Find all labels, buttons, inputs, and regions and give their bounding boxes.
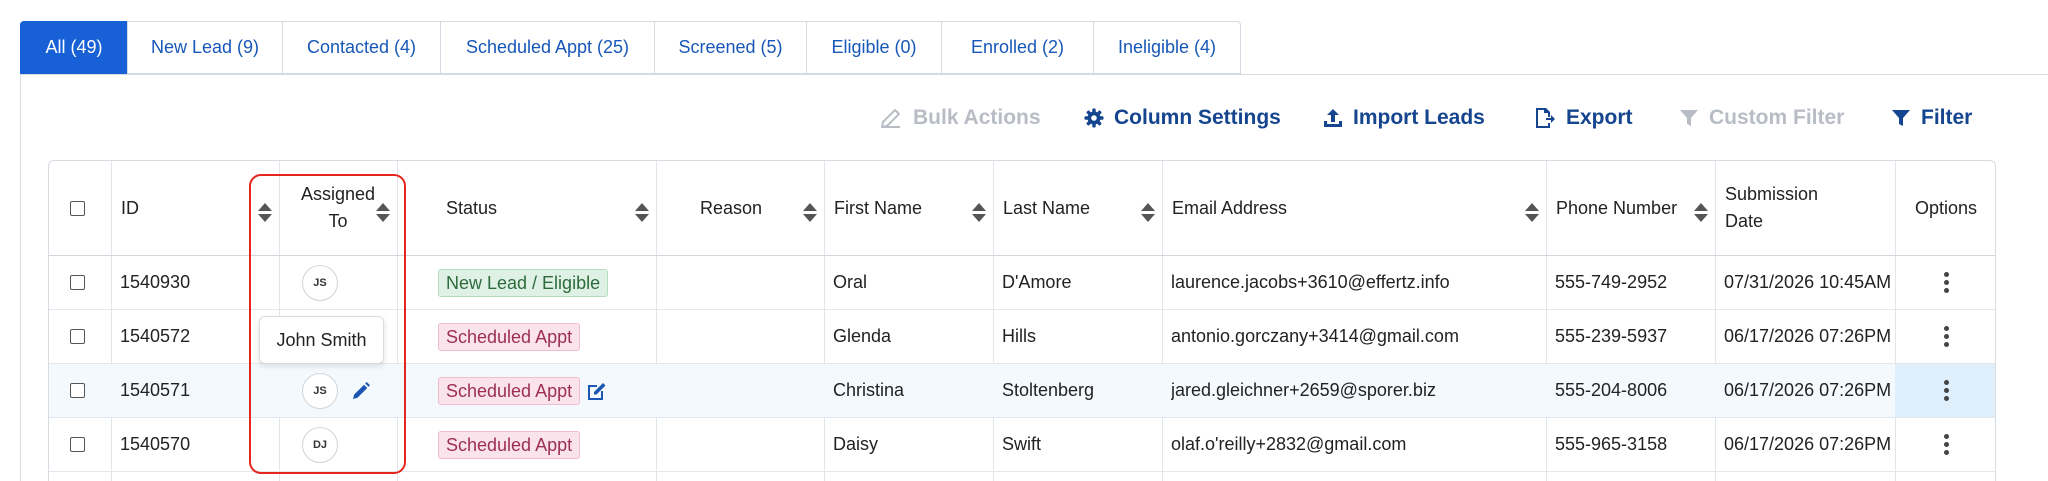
custom-filter-button[interactable]: Custom Filter	[1679, 104, 1844, 132]
table-row[interactable]: 1540930 JS New Lead / Eligible Oral D'Am…	[49, 256, 1995, 310]
tab-screened[interactable]: Screened (5)	[654, 21, 806, 74]
cell-submission-date: 07/31/2026 10:45AM	[1724, 272, 1892, 292]
header-first-name: First Name	[834, 197, 923, 218]
sort-last-name-icon[interactable]	[1141, 202, 1155, 224]
cell-first-name: Daisy	[833, 434, 879, 454]
cell-id: 1540571	[120, 380, 191, 400]
sort-reason-icon[interactable]	[803, 202, 817, 224]
header-submission-date: Submission	[1725, 184, 1819, 204]
header-submission-date-line2: Date	[1725, 211, 1764, 231]
header-reason: Reason	[700, 197, 763, 218]
sort-assigned-icon[interactable]	[376, 202, 390, 224]
status-tabs: All (49) New Lead (9) Contacted (4) Sche…	[20, 21, 1241, 75]
cell-id: 1540930	[120, 272, 191, 292]
cell-email: olaf.o'reilly+2832@gmail.com	[1171, 434, 1407, 454]
column-settings-button[interactable]: Column Settings	[1084, 104, 1281, 132]
cell-email: jared.gleichner+2659@sporer.biz	[1171, 380, 1436, 400]
cell-email: antonio.gorczany+3414@gmail.com	[1171, 326, 1459, 346]
bulk-actions-label: Bulk Actions	[913, 106, 1041, 129]
cell-submission-date: 06/17/2026 07:26PM	[1724, 380, 1892, 400]
column-settings-label: Column Settings	[1114, 106, 1281, 129]
filter-label: Filter	[1921, 106, 1973, 129]
options-menu-icon[interactable]	[1943, 272, 1949, 293]
tab-all[interactable]: All (49)	[20, 21, 127, 74]
cell-phone: 555-204-8006	[1555, 380, 1668, 400]
cell-phone: 555-239-5937	[1555, 326, 1668, 346]
gear-icon	[1084, 108, 1104, 128]
cell-last-name: Swift	[1002, 434, 1042, 454]
import-leads-label: Import Leads	[1353, 106, 1485, 129]
filter-icon	[1680, 110, 1698, 126]
header-status: Status	[446, 197, 498, 218]
pencil-icon	[881, 109, 900, 128]
status-badge: Scheduled Appt	[438, 376, 581, 405]
cell-submission-date: 06/17/2026 07:26PM	[1724, 326, 1892, 346]
cell-id: 1540572	[120, 326, 191, 346]
assignee-tooltip: John Smith	[259, 316, 384, 364]
avatar[interactable]: JS	[302, 264, 338, 301]
cell-first-name: Oral	[833, 272, 868, 292]
avatar[interactable]: JS	[302, 372, 338, 409]
edit-status-icon[interactable]	[586, 380, 608, 402]
status-badge: Scheduled Appt	[438, 430, 581, 459]
header-assigned-to-line2: To	[328, 211, 348, 231]
cell-submission-date: 06/17/2026 07:26PM	[1724, 434, 1892, 454]
options-menu-icon[interactable]	[1943, 434, 1949, 455]
row-checkbox[interactable]	[70, 383, 85, 398]
filter-button[interactable]: Filter	[1891, 104, 1972, 132]
export-button[interactable]: Export	[1532, 104, 1633, 132]
tab-contacted[interactable]: Contacted (4)	[282, 21, 440, 74]
cell-email: laurence.jacobs+3610@effertz.info	[1171, 272, 1450, 292]
tab-new-lead[interactable]: New Lead (9)	[127, 21, 282, 74]
sort-id-icon[interactable]	[258, 202, 272, 224]
select-all-checkbox[interactable]	[70, 200, 85, 216]
cell-phone: 555-749-2952	[1555, 272, 1668, 292]
import-leads-button[interactable]: Import Leads	[1323, 104, 1485, 132]
edit-pencil-icon[interactable]	[351, 381, 371, 401]
filter-icon	[1892, 110, 1910, 126]
cell-last-name: Hills	[1002, 326, 1036, 346]
cell-first-name: Christina	[833, 380, 905, 400]
cell-last-name: D'Amore	[1002, 272, 1072, 292]
file-export-icon	[1536, 108, 1555, 128]
bulk-actions-button[interactable]: Bulk Actions	[879, 104, 1041, 132]
row-checkbox[interactable]	[70, 329, 85, 344]
table-row[interactable]: 1540571 JS Scheduled Appt Christina Stol…	[49, 364, 1995, 418]
sort-first-name-icon[interactable]	[972, 202, 986, 224]
sort-status-icon[interactable]	[635, 202, 649, 224]
options-menu-icon[interactable]	[1943, 326, 1949, 347]
header-last-name: Last Name	[1003, 197, 1091, 218]
sort-phone-icon[interactable]	[1694, 202, 1708, 224]
header-email: Email Address	[1172, 197, 1288, 218]
tab-enrolled[interactable]: Enrolled (2)	[941, 21, 1093, 74]
tab-ineligible[interactable]: Ineligible (4)	[1093, 21, 1241, 74]
avatar[interactable]: DJ	[302, 426, 338, 463]
row-checkbox[interactable]	[70, 275, 85, 290]
upload-icon	[1324, 109, 1342, 127]
tab-eligible[interactable]: Eligible (0)	[806, 21, 941, 74]
header-id: ID	[121, 197, 139, 218]
export-label: Export	[1566, 106, 1633, 129]
table-row[interactable]: 1540570 DJ Scheduled Appt Daisy Swift ol…	[49, 418, 1995, 472]
status-badge: New Lead / Eligible	[438, 268, 609, 297]
cell-first-name: Glenda	[833, 326, 892, 346]
options-menu-icon[interactable]	[1943, 380, 1949, 401]
cell-phone: 555-965-3158	[1555, 434, 1668, 454]
header-assigned-to: Assigned	[300, 184, 376, 204]
sort-email-icon[interactable]	[1525, 202, 1539, 224]
custom-filter-label: Custom Filter	[1709, 106, 1845, 129]
cell-last-name: Stoltenberg	[1002, 380, 1095, 400]
row-checkbox[interactable]	[70, 437, 85, 452]
header-options: Options	[1914, 197, 1978, 218]
status-badge: Scheduled Appt	[438, 322, 581, 351]
header-phone: Phone Number	[1556, 197, 1678, 218]
cell-id: 1540570	[120, 434, 191, 454]
tab-scheduled-appt[interactable]: Scheduled Appt (25)	[440, 21, 654, 74]
